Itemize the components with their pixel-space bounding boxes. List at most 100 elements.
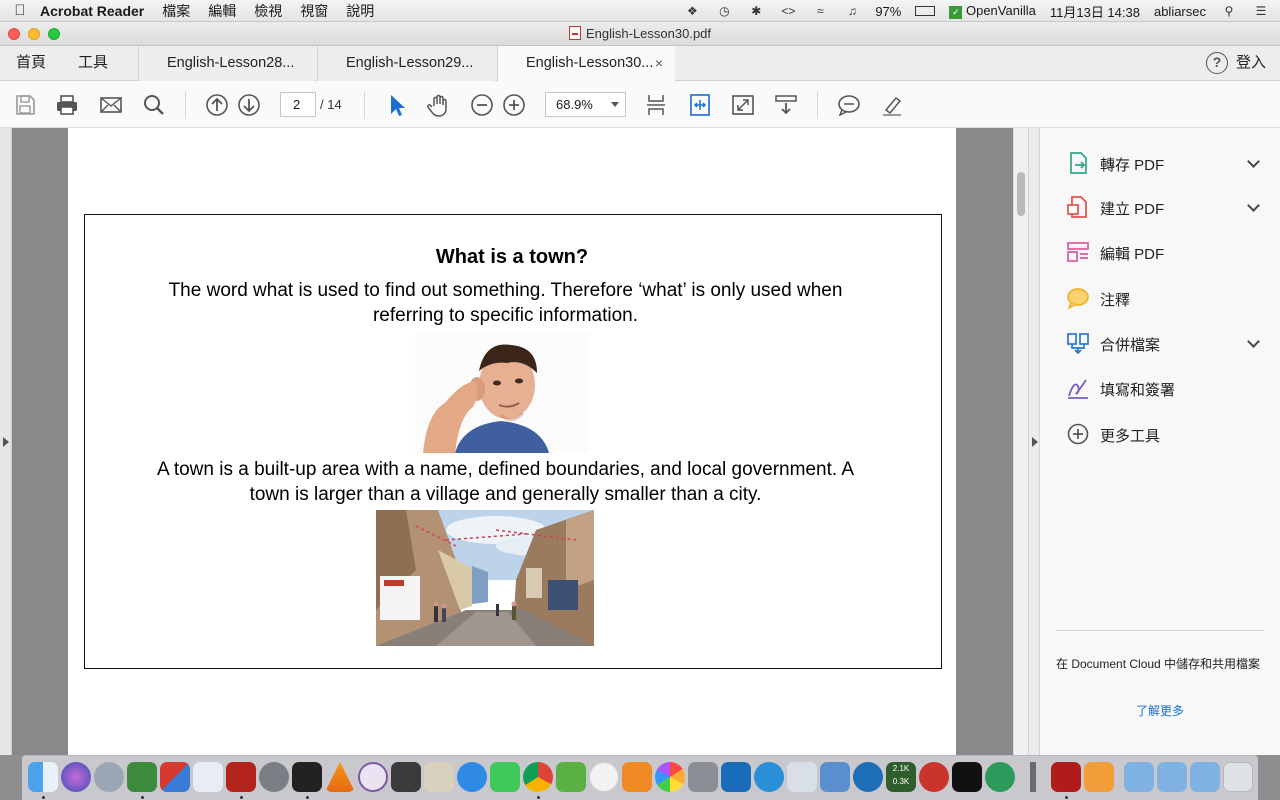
- tool-create-pdf[interactable]: 建立 PDF: [1040, 187, 1280, 227]
- time-machine-icon[interactable]: ◷: [715, 4, 733, 18]
- tool-more-tools[interactable]: 更多工具: [1040, 414, 1280, 454]
- zoom-select[interactable]: 68.9%: [545, 92, 626, 117]
- chevron-down-icon[interactable]: [1247, 199, 1260, 212]
- email-icon[interactable]: [99, 93, 123, 117]
- combine-files-icon: [1067, 333, 1089, 355]
- applications-folder-icon[interactable]: [1124, 762, 1154, 792]
- scrollbar-thumb[interactable]: [1017, 172, 1025, 216]
- atom-icon[interactable]: [985, 762, 1015, 792]
- login-button[interactable]: 登入: [1236, 46, 1266, 80]
- page-number-input[interactable]: 2: [280, 92, 316, 117]
- sourcetree-icon[interactable]: [556, 762, 586, 792]
- notification-center-icon[interactable]: ☰: [1252, 4, 1270, 18]
- next-page-icon[interactable]: [237, 93, 261, 117]
- tool-combine-files[interactable]: 合併檔案: [1040, 323, 1280, 363]
- app-store-icon[interactable]: [457, 762, 487, 792]
- full-screen-icon[interactable]: [731, 93, 755, 117]
- quicktime-icon[interactable]: [853, 762, 883, 792]
- zoom-in-icon[interactable]: [502, 93, 526, 117]
- slack-icon[interactable]: [193, 762, 223, 792]
- siri-icon[interactable]: [61, 762, 91, 792]
- tab-document-lesson30[interactable]: English-Lesson30... ×: [497, 46, 675, 81]
- battery-percent[interactable]: 97%: [875, 4, 901, 19]
- trash-icon[interactable]: [1223, 762, 1253, 792]
- finder-icon[interactable]: [28, 762, 58, 792]
- wifi-icon[interactable]: ≈: [811, 4, 829, 18]
- screen-recorder-icon[interactable]: [391, 762, 421, 792]
- clock[interactable]: 11月13日 14:38: [1050, 2, 1140, 21]
- app-menu[interactable]: Acrobat Reader: [40, 3, 144, 19]
- tab-tools[interactable]: 工具: [78, 46, 108, 80]
- right-panel-toggle[interactable]: [1028, 128, 1040, 755]
- preview-icon[interactable]: [787, 762, 817, 792]
- tab-document-lesson28[interactable]: English-Lesson28...: [138, 46, 316, 81]
- ibooks-icon[interactable]: [622, 762, 652, 792]
- hand-tool-icon[interactable]: [427, 93, 451, 117]
- pen-tool-icon[interactable]: [1030, 762, 1036, 792]
- tool-export-pdf[interactable]: 轉存 PDF: [1040, 143, 1280, 183]
- chevron-down-icon[interactable]: [1247, 335, 1260, 348]
- virtualbox-icon[interactable]: [721, 762, 751, 792]
- tab-home[interactable]: 首頁: [16, 46, 46, 80]
- wunderlist-icon[interactable]: [820, 762, 850, 792]
- chrome-icon[interactable]: [523, 762, 553, 792]
- fit-page-icon[interactable]: [644, 93, 668, 117]
- search-icon[interactable]: [142, 93, 166, 117]
- comment-tool-icon[interactable]: [837, 93, 861, 117]
- vertical-scrollbar[interactable]: [1013, 128, 1028, 755]
- presentation-app-icon[interactable]: [1084, 762, 1114, 792]
- highlight-tool-icon[interactable]: [880, 93, 904, 117]
- acrobat-reader-icon[interactable]: [1051, 762, 1081, 792]
- help-icon[interactable]: ?: [1206, 52, 1228, 74]
- photos-icon[interactable]: [655, 762, 685, 792]
- input-method[interactable]: ✓ OpenVanilla: [949, 3, 1036, 19]
- menu-help[interactable]: 說明: [346, 1, 374, 21]
- network-meter-icon[interactable]: 2.1K 0.3K: [886, 762, 916, 792]
- code-icon[interactable]: <>: [779, 4, 797, 18]
- launchpad-icon[interactable]: [94, 762, 124, 792]
- tool-edit-pdf[interactable]: 編輯 PDF: [1040, 232, 1280, 272]
- menu-edit[interactable]: 編輯: [208, 1, 236, 21]
- menu-window[interactable]: 視窗: [300, 1, 328, 21]
- user-name[interactable]: abliarsec: [1154, 4, 1206, 19]
- dropbox-icon[interactable]: ❖: [683, 4, 701, 18]
- menu-view[interactable]: 檢視: [254, 1, 282, 21]
- chevron-down-icon[interactable]: [1247, 155, 1260, 168]
- facetime-icon[interactable]: [490, 762, 520, 792]
- menu-bar:  Acrobat Reader 檔案 編輯 檢視 視窗 說明 ❖ ◷ ✱ <>…: [0, 0, 1280, 22]
- evernote-icon[interactable]: [127, 762, 157, 792]
- terminal-icon[interactable]: [292, 762, 322, 792]
- tor-icon[interactable]: [358, 762, 388, 792]
- system-preferences-icon[interactable]: [259, 762, 289, 792]
- left-panel-toggle[interactable]: [0, 128, 12, 755]
- pycharm-icon[interactable]: [952, 762, 982, 792]
- battery-icon[interactable]: [915, 6, 936, 16]
- documents-folder-icon[interactable]: [1157, 762, 1187, 792]
- menu-file[interactable]: 檔案: [162, 1, 190, 21]
- tool-fill-sign[interactable]: 填寫和簽署: [1040, 368, 1280, 408]
- fit-width-icon[interactable]: [688, 93, 712, 117]
- apple-menu-icon[interactable]: : [0, 2, 40, 19]
- save-icon[interactable]: [13, 93, 37, 117]
- previous-page-icon[interactable]: [205, 93, 229, 117]
- scroll-mode-icon[interactable]: [774, 93, 798, 117]
- filezilla-icon[interactable]: [226, 762, 256, 792]
- mission-control-icon[interactable]: [160, 762, 190, 792]
- print-icon[interactable]: [55, 93, 79, 117]
- close-tab-icon[interactable]: ×: [655, 46, 663, 80]
- headphones-app-icon[interactable]: [919, 762, 949, 792]
- itunes-icon[interactable]: [589, 762, 619, 792]
- tool-comment[interactable]: 注釋: [1040, 278, 1280, 318]
- select-cursor-icon[interactable]: [384, 93, 408, 117]
- sequel-pro-icon[interactable]: [688, 762, 718, 792]
- tab-document-lesson29[interactable]: English-Lesson29...: [317, 46, 495, 81]
- downloads-folder-icon[interactable]: [1190, 762, 1220, 792]
- vlc-icon[interactable]: [325, 762, 355, 792]
- zoom-out-icon[interactable]: [470, 93, 494, 117]
- learn-more-link[interactable]: 了解更多: [1136, 702, 1184, 719]
- spotlight-icon[interactable]: ⚲: [1220, 4, 1238, 18]
- volume-icon[interactable]: ♫: [843, 4, 861, 18]
- bluetooth-icon[interactable]: ✱: [747, 4, 765, 18]
- wifi-explorer-icon[interactable]: [754, 762, 784, 792]
- script-editor-icon[interactable]: [424, 762, 454, 792]
